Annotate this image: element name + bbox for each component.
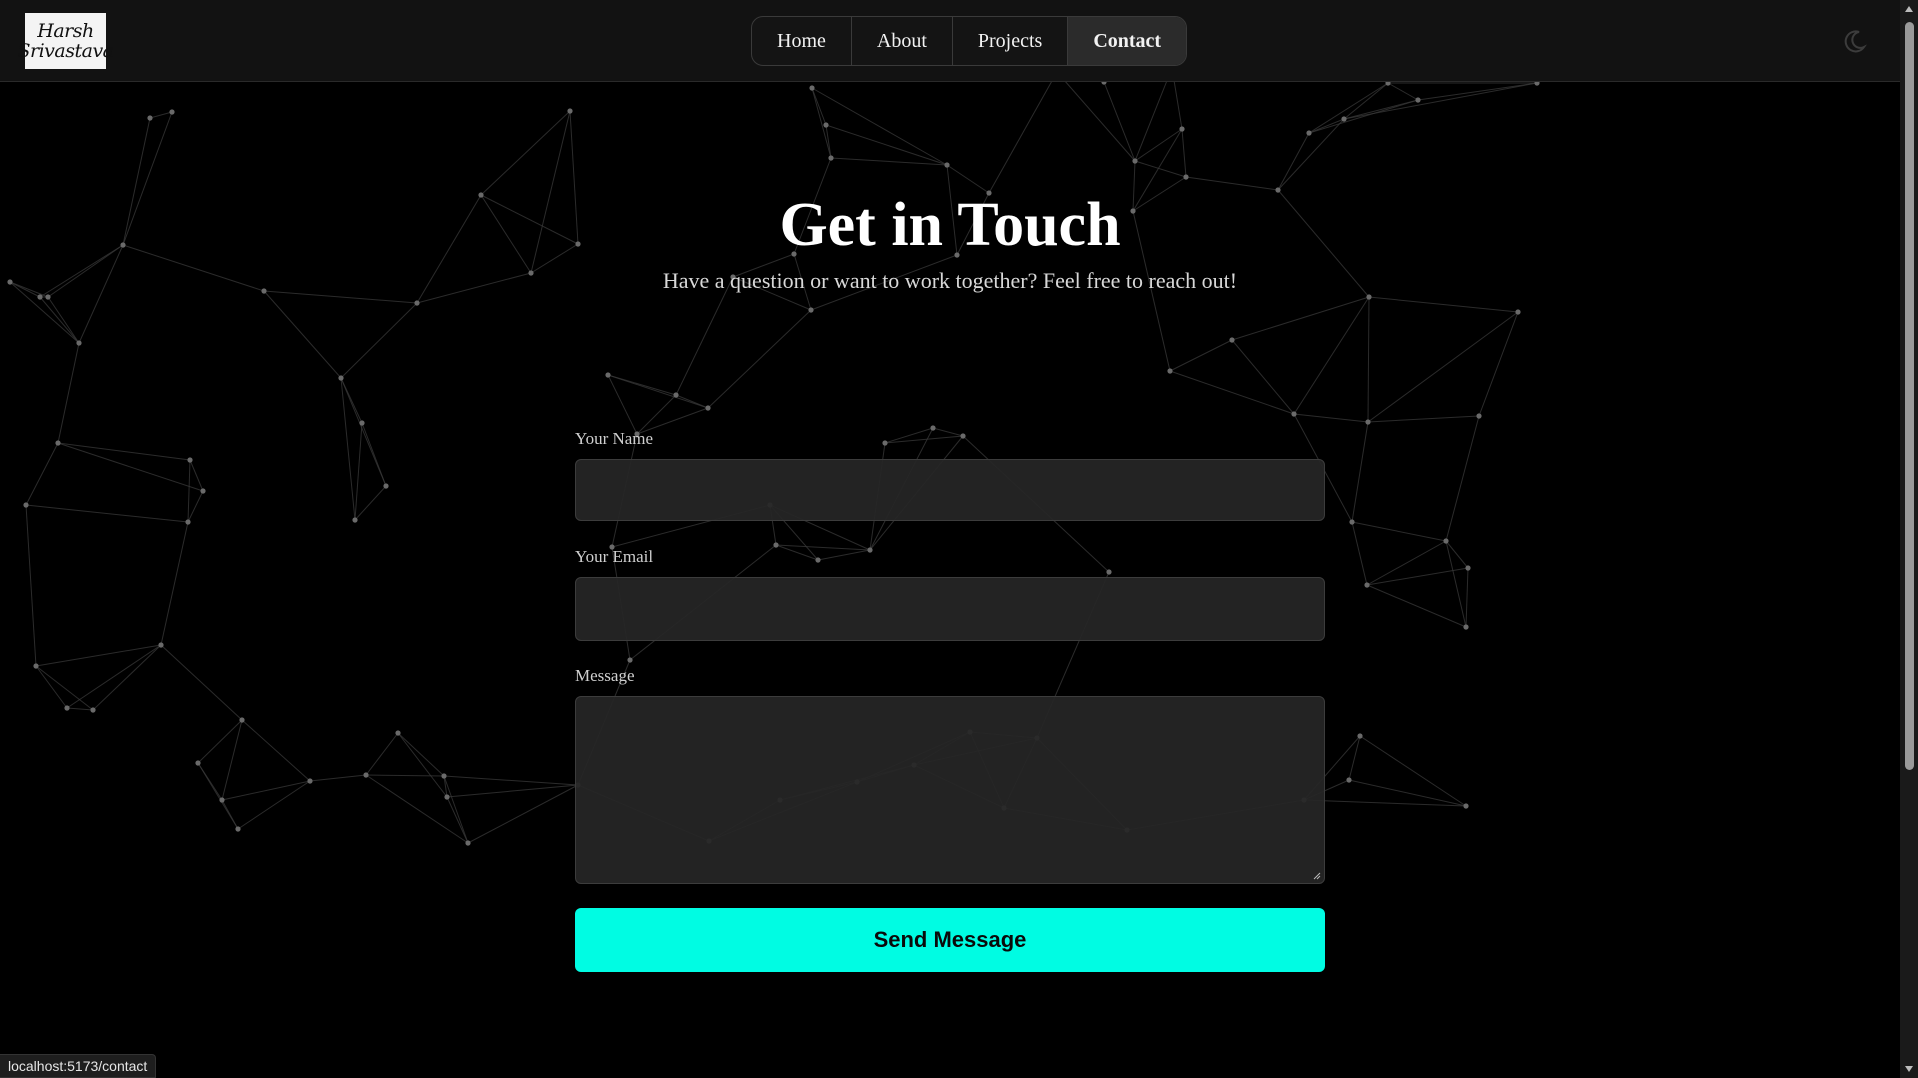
contact-section: Get in Touch Have a question or want to … [0, 82, 1900, 1078]
page-title: Get in Touch [779, 191, 1121, 259]
main-nav: Home About Projects Contact [751, 16, 1188, 66]
scroll-down-icon[interactable] [1900, 1060, 1918, 1078]
message-textarea[interactable] [575, 696, 1325, 884]
nav-contact[interactable]: Contact [1068, 17, 1187, 65]
nav-about[interactable]: About [852, 17, 953, 65]
send-message-button[interactable]: Send Message [575, 908, 1325, 972]
name-input[interactable] [575, 459, 1325, 521]
message-label: Message [575, 666, 635, 685]
nav-projects[interactable]: Projects [953, 17, 1069, 65]
page-scrollbar[interactable] [1900, 0, 1918, 1078]
page-subtitle: Have a question or want to work together… [662, 268, 1238, 293]
resize-grip-icon[interactable] [1312, 871, 1321, 880]
scroll-thumb[interactable] [1905, 22, 1914, 770]
name-label: Your Name [575, 429, 654, 448]
site-header: Harsh Srivastava Home About Projects Con… [0, 0, 1900, 82]
status-bar-url: localhost:5173/contact [0, 1054, 157, 1078]
nav-home[interactable]: Home [752, 17, 852, 65]
logo-text: Harsh Srivastava [17, 20, 115, 62]
email-label: Your Email [575, 547, 654, 566]
moon-icon [1844, 30, 1865, 53]
email-input[interactable] [575, 577, 1325, 641]
theme-toggle-button[interactable] [1840, 26, 1870, 56]
logo[interactable]: Harsh Srivastava [18, 13, 114, 69]
scroll-up-icon[interactable] [1900, 0, 1918, 18]
